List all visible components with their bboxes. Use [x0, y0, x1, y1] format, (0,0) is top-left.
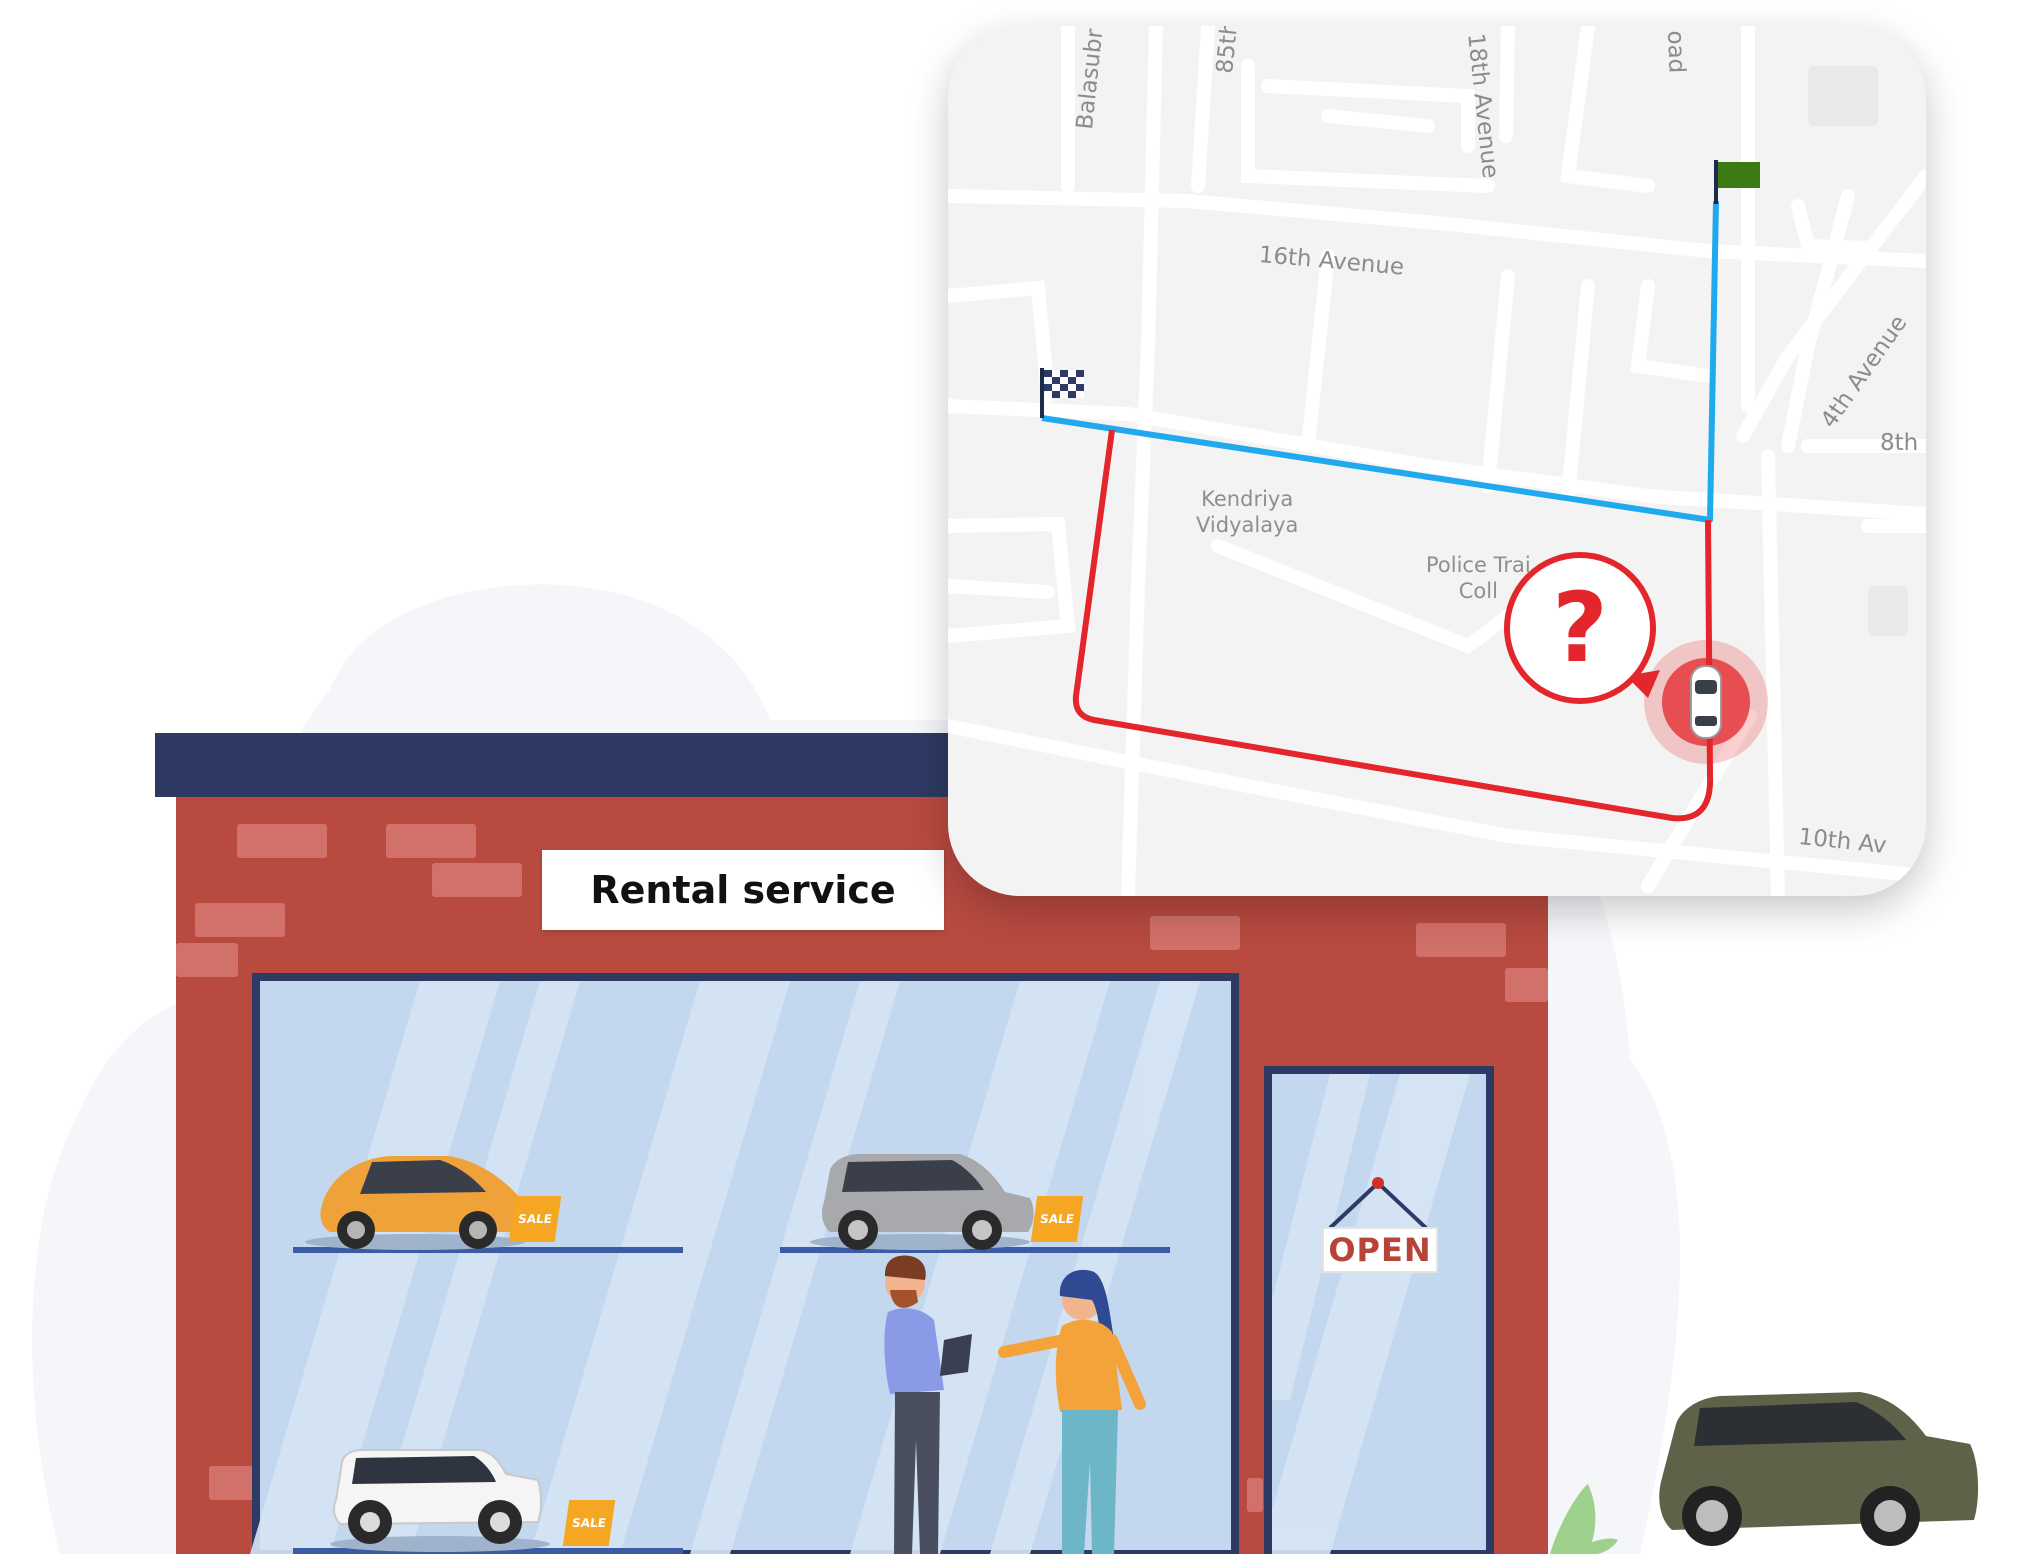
street-label: oad: [1662, 30, 1690, 74]
question-mark-bubble: ?: [1504, 552, 1656, 704]
street-label: 8th A: [1880, 430, 1926, 456]
route-map: Balasubr 85th 18th Avenue oad 16th Avenu…: [948, 26, 1926, 896]
car-location-marker: [1644, 640, 1768, 764]
sale-tag: SALE: [1030, 1196, 1084, 1242]
place-kendriya-vidyalaya: Kendriya Vidyalaya: [1196, 486, 1298, 538]
place-line: Kendriya: [1201, 487, 1294, 511]
sale-tag: SALE: [562, 1500, 616, 1546]
sale-tag: SALE: [508, 1196, 562, 1242]
place-line: Vidyalaya: [1196, 513, 1299, 537]
street-network: [948, 26, 1926, 896]
map-streets: [948, 26, 1926, 896]
place-line: Police Trai: [1426, 553, 1531, 577]
shop-sign: Rental service: [542, 850, 944, 930]
green-suv: [1659, 1392, 1979, 1546]
open-sign: OPEN: [1322, 1227, 1438, 1273]
